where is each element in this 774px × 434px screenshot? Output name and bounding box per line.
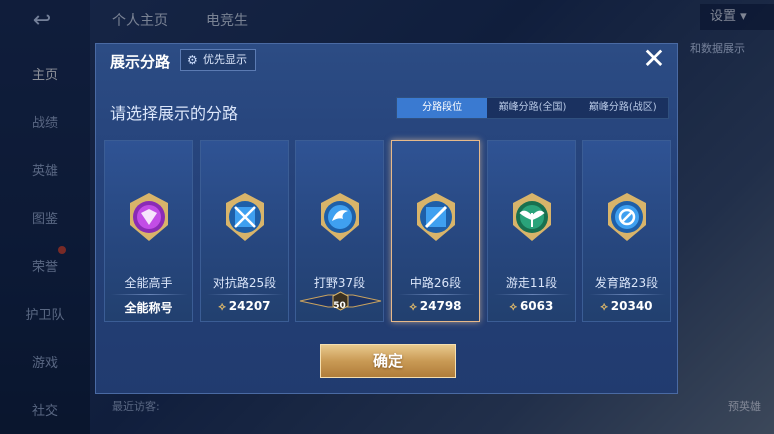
star-count-text: 50	[333, 301, 346, 311]
points-icon: ⟡	[509, 300, 517, 313]
priority-display-button[interactable]: ⚙ 优先显示	[180, 49, 256, 71]
divider	[398, 294, 475, 295]
gear-icon: ⚙	[187, 53, 198, 67]
close-icon[interactable]: ✕	[639, 44, 669, 74]
jungle-emblem-icon	[321, 193, 359, 241]
roam-emblem-icon	[513, 193, 551, 241]
lane-card-all-round[interactable]: 全能高手 全能称号	[104, 140, 193, 322]
divider	[494, 294, 571, 295]
lane-card-name: 对抗路25段	[212, 276, 277, 290]
divider	[207, 294, 284, 295]
lane-card-value-text: 全能称号	[124, 301, 173, 315]
lane-tabs: 分路段位 巅峰分路(全国) 巅峰分路(战区)	[396, 97, 669, 119]
dialog-title: 展示分路	[110, 53, 171, 71]
lane-display-dialog: 展示分路 ⚙ 优先显示 ✕ 请选择展示的分路 分路段位 巅峰分路(全国) 巅峰分…	[95, 43, 678, 394]
tab-peak-region[interactable]: 巅峰分路(战区)	[578, 98, 668, 118]
lane-card-name: 打野37段	[313, 276, 366, 290]
lane-card-name: 发育路23段	[594, 276, 659, 290]
lane-card-name: 中路26段	[409, 276, 462, 290]
confirm-button[interactable]: 确定	[320, 344, 456, 378]
lane-card-value: ⟡ 20340	[583, 299, 670, 314]
lane-card-name: 全能高手	[124, 276, 173, 290]
lane-card-mid[interactable]: 中路26段 ⟡ 24798	[391, 140, 480, 322]
lane-card-value: ⟡ 24798	[392, 299, 479, 314]
tab-peak-national[interactable]: 巅峰分路(全国)	[487, 98, 577, 118]
lane-card-value-text: 24798	[419, 299, 462, 313]
farm-lane-emblem-icon	[608, 193, 646, 241]
points-icon: ⟡	[600, 300, 608, 313]
priority-display-label: 优先显示	[203, 53, 247, 66]
tab-lane-rank[interactable]: 分路段位	[397, 98, 488, 118]
lane-card-value-text: 6063	[519, 299, 554, 313]
select-lane-prompt: 请选择展示的分路	[110, 104, 239, 123]
lane-card-name: 游走11段	[505, 276, 558, 290]
star-count: 50	[296, 301, 383, 311]
mid-lane-emblem-icon	[417, 193, 455, 241]
lane-card-jungle[interactable]: 打野37段 50	[295, 140, 384, 322]
clash-lane-emblem-icon	[226, 193, 264, 241]
lane-card-value: 全能称号	[105, 299, 192, 316]
lane-card-clash[interactable]: 对抗路25段 ⟡ 24207	[200, 140, 289, 322]
points-icon: ⟡	[409, 300, 417, 313]
lane-card-value-text: 20340	[610, 299, 653, 313]
points-icon: ⟡	[218, 300, 226, 313]
lane-card-value: ⟡ 6063	[488, 299, 575, 314]
lane-card-roam[interactable]: 游走11段 ⟡ 6063	[487, 140, 576, 322]
lane-card-farm[interactable]: 发育路23段 ⟡ 20340	[582, 140, 671, 322]
lane-card-value: ⟡ 24207	[201, 299, 288, 314]
lane-card-value-text: 24207	[228, 299, 271, 313]
all-round-emblem-icon	[130, 193, 168, 241]
divider	[589, 294, 666, 295]
lane-cards: 全能高手 全能称号 对抗路25段 ⟡ 24207 打野37段 50 中路26段 …	[104, 140, 671, 322]
divider	[111, 294, 188, 295]
